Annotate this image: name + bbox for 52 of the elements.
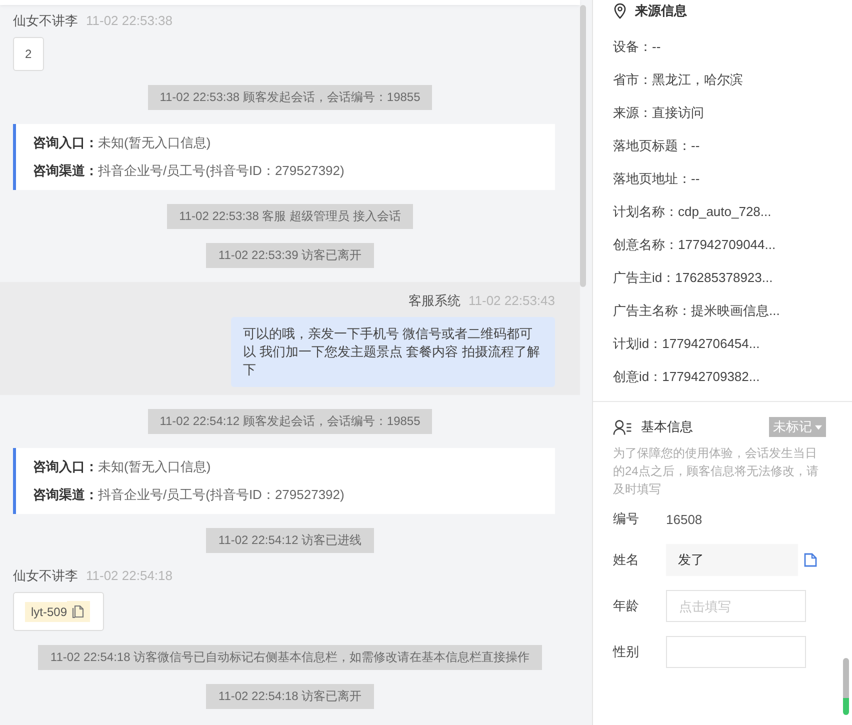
- system-notice: 11-02 22:54:12 访客已进线: [206, 528, 374, 553]
- system-notice: 11-02 22:53:38 客服 超级管理员 接入会话: [167, 204, 413, 229]
- system-notice: 11-02 22:54:18 访客已离开: [206, 684, 374, 709]
- source-field: 省市：黑龙江，哈尔滨: [613, 63, 832, 96]
- message-time: 11-02 22:54:18: [86, 568, 172, 583]
- message-time: 11-02 22:53:38: [86, 13, 172, 28]
- info-value: 抖音企业号/员工号(抖音号ID：279527392): [98, 162, 344, 180]
- copy-icon[interactable]: [804, 553, 817, 567]
- field-label: 编号: [613, 510, 640, 528]
- caret-icon: [815, 424, 822, 430]
- person-list-icon: [613, 418, 633, 436]
- source-field: 广告主名称：提米映画信息...: [613, 294, 832, 327]
- sender-name: 客服系统: [408, 292, 460, 310]
- system-notice: 11-02 22:54:12 顾客发起会话，会话编号：19855: [148, 409, 432, 434]
- message-bubble: 可以的哦，亲发一下手机号 微信号或者二维码都可以 我们加一下您发主题景点 套餐内容 拍摄流程了解下: [231, 317, 555, 387]
- info-value: 未知(暂无入口信息): [98, 458, 211, 476]
- system-notice: 11-02 22:54:18 访客微信号已自动标记右侧基本信息栏，如需修改请在基本信息栏直接操作: [38, 645, 542, 670]
- field-label: 姓名: [613, 551, 640, 569]
- source-field: 计划名称：cdp_auto_728...: [613, 195, 832, 228]
- section-title: 基本信息: [641, 418, 693, 436]
- copy-icon[interactable]: [67, 601, 90, 622]
- source-field: 设备：--: [613, 30, 832, 63]
- wechat-tag: lyt-509: [25, 602, 68, 622]
- sender-name: 仙女不讲李: [13, 567, 78, 585]
- input-field[interactable]: 点击填写: [666, 590, 806, 622]
- notice-text: 为了保障您的使用体验，会话发生当日的24点之后，顾客信息将无法修改，请及时填写: [613, 445, 820, 498]
- source-field: 创意id：177942709382...: [613, 360, 832, 393]
- source-field: 计划id：177942706454...: [613, 327, 832, 360]
- sender-name: 仙女不讲李: [13, 12, 78, 30]
- system-notice: 11-02 22:53:38 顾客发起会话，会话编号：19855: [148, 85, 432, 110]
- field-label: 年龄: [613, 597, 640, 615]
- location-pin-icon: [613, 3, 627, 19]
- info-label: 咨询入口：: [33, 458, 98, 476]
- scrollbar-thumb[interactable]: [843, 658, 849, 715]
- source-field: 来源：直接访问: [613, 96, 832, 129]
- input-field[interactable]: [666, 636, 806, 668]
- message-bubble: 2: [13, 37, 44, 71]
- info-label: 咨询入口：: [33, 134, 98, 152]
- source-field: 广告主id：176285378923...: [613, 261, 832, 294]
- info-label: 咨询渠道：: [33, 486, 98, 504]
- system-notice: 11-02 22:53:39 访客已离开: [206, 243, 374, 268]
- info-label: 咨询渠道：: [33, 162, 98, 180]
- source-field: 落地页地址：--: [613, 162, 832, 195]
- field-value: 16508: [666, 512, 702, 526]
- info-value: 抖音企业号/员工号(抖音号ID：279527392): [98, 486, 344, 504]
- field-label: 性别: [613, 643, 640, 661]
- source-field: 落地页标题：--: [613, 129, 832, 162]
- scrollbar-thumb[interactable]: [580, 5, 586, 287]
- name-field[interactable]: 发了: [666, 544, 798, 576]
- source-field: 创意名称：177942709044...: [613, 228, 832, 261]
- info-value: 未知(暂无入口信息): [98, 134, 211, 152]
- section-title: 来源信息: [635, 2, 687, 20]
